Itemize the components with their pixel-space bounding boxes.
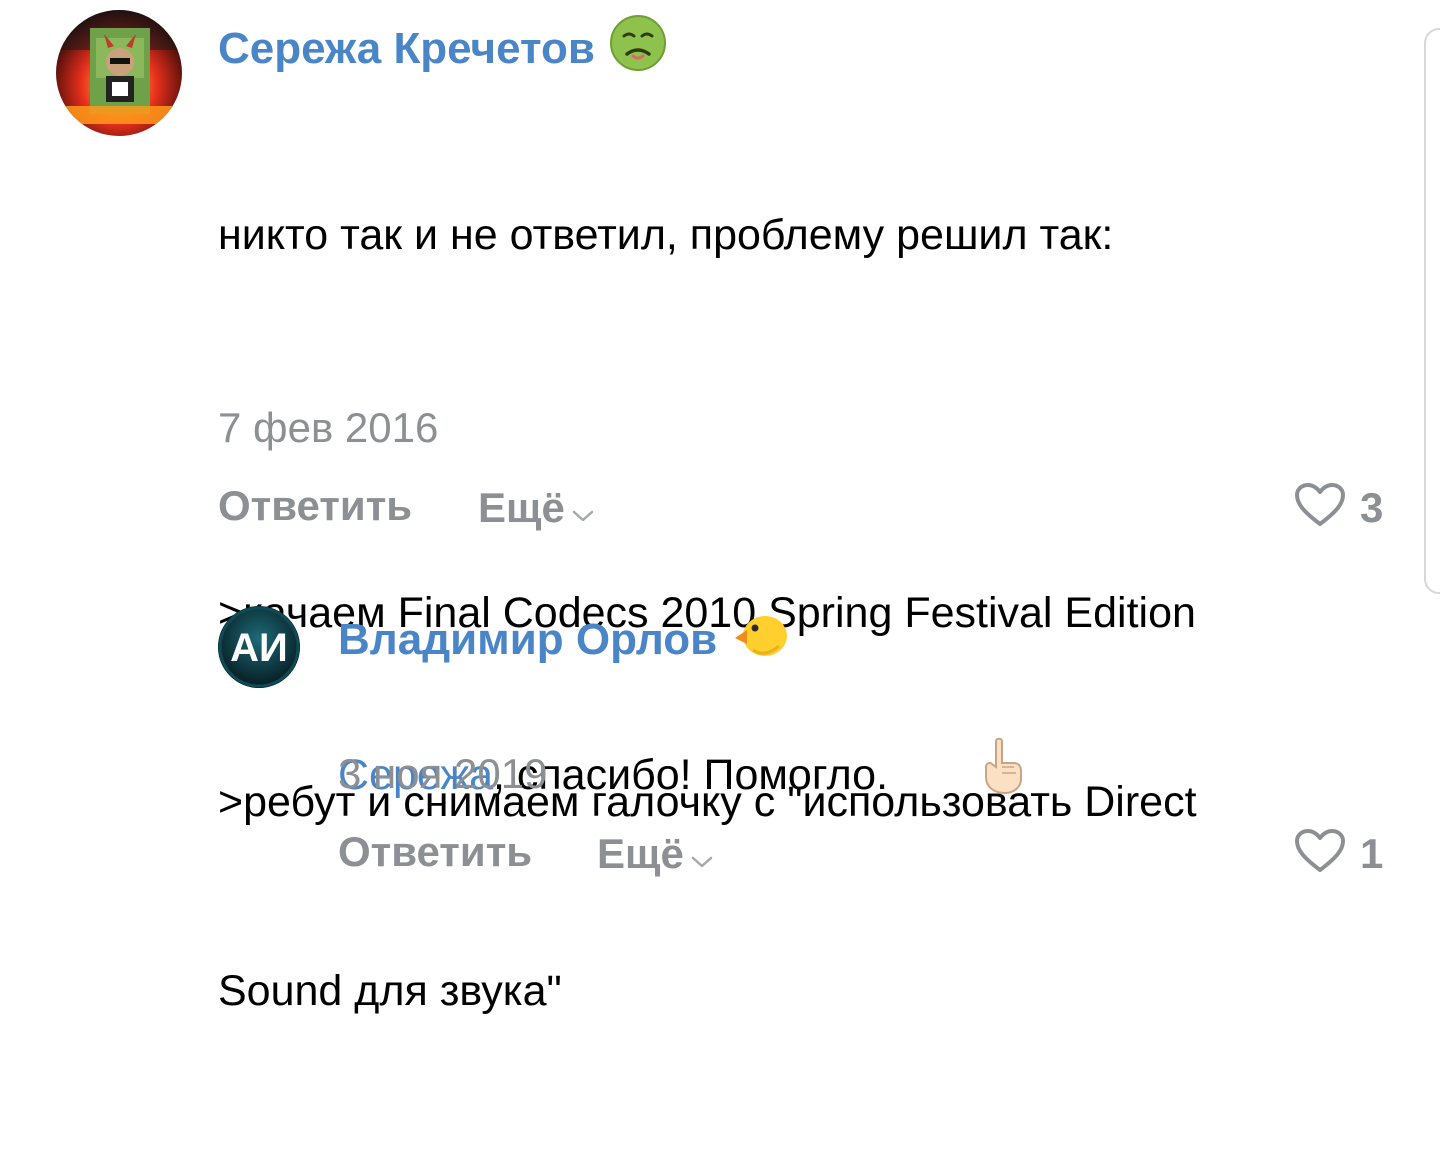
heart-icon	[1294, 482, 1346, 533]
chevron-down-icon	[690, 832, 714, 880]
chevron-down-icon	[571, 486, 595, 534]
chick-icon	[731, 608, 791, 671]
reply-button[interactable]: Ответить	[218, 482, 412, 530]
avatar-initials: АИ	[230, 626, 288, 670]
avatar[interactable]	[56, 10, 182, 136]
like-button[interactable]: 3	[1294, 482, 1383, 533]
avatar-logo-icon: АИ	[218, 606, 300, 688]
comment-date[interactable]: 7 фев 2016	[218, 404, 438, 452]
comment-date[interactable]: 3 ноя 2019	[338, 750, 547, 798]
like-count: 1	[1360, 829, 1384, 877]
more-button[interactable]: Ещё	[597, 828, 714, 880]
comment-text-line: никто так и не ответил, проблему решил т…	[218, 211, 1114, 259]
more-button[interactable]: Ещё	[478, 482, 595, 534]
avatar-photo-icon	[56, 10, 182, 136]
comment-author[interactable]: Владимир Орлов	[338, 608, 791, 671]
like-button[interactable]: 1	[1294, 828, 1383, 879]
comment-text-body: , спасибо! Помогло.	[493, 750, 889, 799]
author-name[interactable]: Владимир Орлов	[338, 615, 717, 665]
comment-author[interactable]: Сережа Кречетов	[218, 14, 667, 83]
comment-text-line: Sound для звука"	[218, 967, 562, 1015]
scroll-panel-edge	[1424, 28, 1440, 594]
reply-button[interactable]: Ответить	[338, 828, 532, 876]
more-label: Ещё	[478, 484, 565, 531]
avatar[interactable]: АИ	[218, 606, 300, 688]
more-label: Ещё	[597, 830, 684, 877]
author-name[interactable]: Сережа Кречетов	[218, 24, 595, 74]
pointing-up-icon	[906, 674, 1024, 876]
like-count: 3	[1360, 483, 1384, 531]
nauseated-face-icon	[609, 14, 667, 83]
heart-icon	[1294, 828, 1346, 879]
